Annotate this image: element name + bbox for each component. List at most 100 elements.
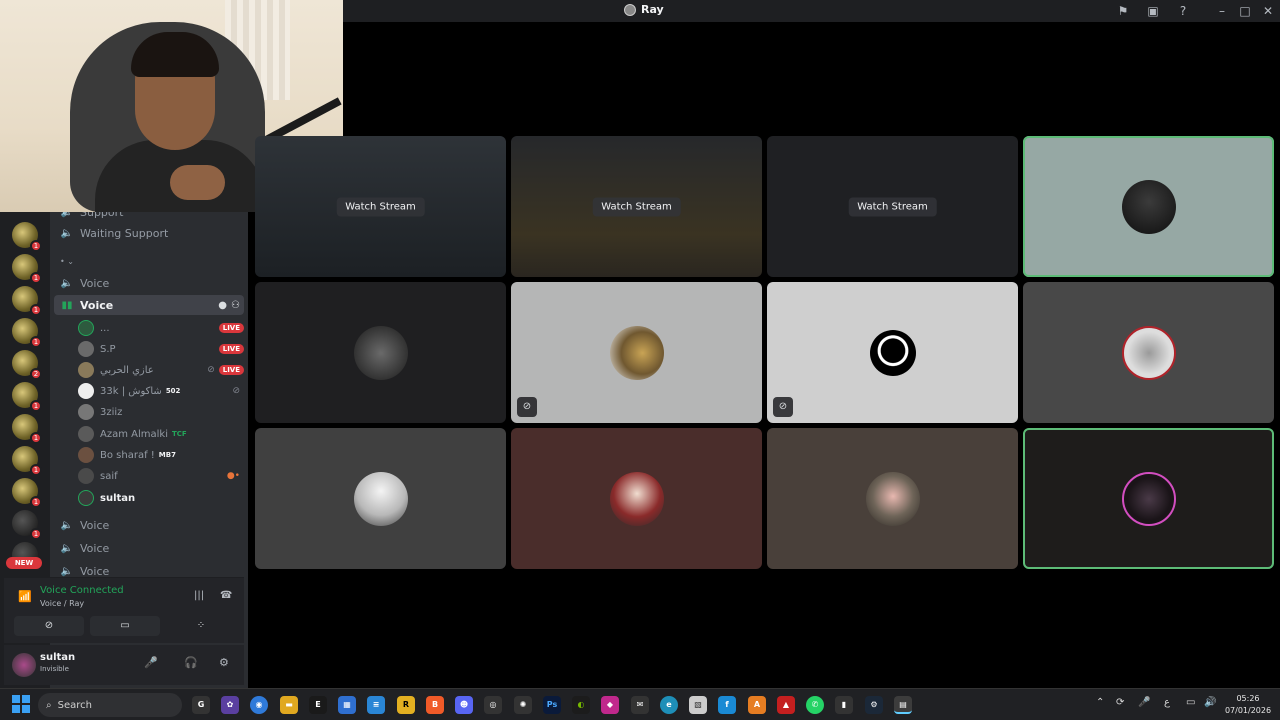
server-icon[interactable]: 1 (12, 318, 42, 348)
search-icon: ⌕ (46, 699, 52, 711)
app-icon[interactable]: ◎ (484, 696, 502, 714)
epic-games-icon[interactable]: E (309, 696, 327, 714)
brave-icon[interactable]: B (426, 696, 444, 714)
chevron-up-icon[interactable]: ⌃ (1096, 697, 1104, 708)
app-icon[interactable]: f (718, 696, 736, 714)
webcam-hand (170, 165, 225, 200)
steelseries-icon[interactable]: ✺ (514, 696, 532, 714)
volume-icon[interactable]: 🔊 (1204, 697, 1216, 708)
close-icon[interactable]: ✕ (1260, 3, 1276, 19)
channel-voice[interactable]: 🔈 Voice (54, 273, 244, 293)
voice-user[interactable]: 33k | شاكوش 502 ⊘ (78, 381, 244, 401)
voice-user[interactable]: Bo sharaf ! MB7 (78, 445, 244, 465)
app-icon[interactable]: ▮ (835, 696, 853, 714)
microphone-icon[interactable]: 🎤 (144, 656, 158, 669)
app-icon[interactable]: ▲ (777, 696, 795, 714)
gear-icon[interactable]: ⚙ (219, 656, 229, 669)
add-user-icon[interactable]: ⚇ (231, 300, 240, 311)
screen-share-button[interactable]: ▭ (90, 616, 160, 636)
stream-tile[interactable]: Watch Stream (511, 136, 762, 277)
network-icon[interactable]: ▭ (1186, 697, 1195, 708)
taskbar-search[interactable]: ⌕ Search (38, 693, 182, 717)
voice-user[interactable]: S.P LIVE (78, 339, 244, 359)
notes-icon[interactable]: ≡ (367, 696, 385, 714)
whatsapp-icon[interactable]: ✆ (806, 696, 824, 714)
inbox-icon[interactable]: ▣ (1145, 3, 1161, 19)
voice-status[interactable]: Voice Connected (40, 585, 124, 596)
participant-tile[interactable] (767, 428, 1018, 569)
sync-icon[interactable]: ⟳ (1116, 697, 1124, 708)
app-icon[interactable]: ▧ (689, 696, 707, 714)
server-icon[interactable]: 1 (12, 414, 42, 444)
channel-waiting-support[interactable]: 🔈 Waiting Support (54, 223, 244, 243)
rockstar-icon[interactable]: R (397, 696, 415, 714)
flag-icon[interactable]: ⚑ (1115, 3, 1131, 19)
participant-tile[interactable] (1023, 136, 1274, 277)
watch-stream-button[interactable]: Watch Stream (336, 197, 425, 216)
channel-voice[interactable]: 🔈 Voice (54, 538, 244, 558)
app-icon[interactable]: A (748, 696, 766, 714)
noise-suppression-icon[interactable]: ||| (194, 590, 204, 601)
clock[interactable]: 05:26 07/01/2026 (1224, 693, 1272, 717)
disconnect-icon[interactable]: ☎ (220, 590, 232, 601)
voice-user[interactable]: saif ●• (78, 466, 244, 486)
server-icon[interactable]: 1 (12, 478, 42, 508)
participant-avatar (609, 471, 664, 526)
server-icon[interactable]: 1 (12, 382, 42, 412)
start-button[interactable] (12, 695, 30, 713)
participant-tile[interactable]: ⊘ (767, 282, 1018, 423)
mention-badge: 1 (30, 336, 42, 348)
voice-channel-path[interactable]: Voice / Ray (40, 599, 84, 608)
nvidia-icon[interactable]: ◐ (572, 696, 590, 714)
server-icon[interactable]: 2 (12, 350, 42, 380)
server-icon[interactable]: 1 (12, 446, 42, 476)
participant-tile[interactable] (1023, 428, 1274, 569)
watch-stream-button[interactable]: Watch Stream (848, 197, 937, 216)
chrome-icon[interactable]: ◉ (250, 696, 268, 714)
edge-icon[interactable]: e (660, 696, 678, 714)
mail-icon[interactable]: ✉ (631, 696, 649, 714)
category-collapse[interactable]: • ⌄ (54, 254, 244, 268)
server-icon[interactable]: 1 (12, 510, 42, 540)
store-icon[interactable]: ▦ (338, 696, 356, 714)
language-indicator[interactable]: ع (1164, 697, 1170, 708)
signal-icon[interactable]: 📶 (18, 590, 32, 603)
channel-voice[interactable]: 🔈 Voice (54, 515, 244, 535)
voice-user[interactable]: ... LIVE (78, 318, 244, 338)
participant-tile[interactable] (255, 428, 506, 569)
server-icon[interactable]: 1 (12, 286, 42, 316)
speaker-icon: 🔈 (60, 227, 74, 239)
mic-tray-icon[interactable]: 🎤 (1138, 697, 1150, 708)
camera-button[interactable]: ⊘ (14, 616, 84, 636)
participant-tile[interactable] (255, 282, 506, 423)
headphones-icon[interactable]: 🎧 (184, 656, 198, 669)
activities-button[interactable]: ⁘ (166, 616, 236, 636)
voice-user[interactable]: عازي الحربي ⊘ LIVE (78, 360, 244, 380)
live-badge: LIVE (218, 344, 244, 354)
app-icon-active[interactable]: ▤ (894, 696, 912, 714)
discord-icon[interactable]: ☻ (455, 696, 473, 714)
watch-stream-button[interactable]: Watch Stream (592, 197, 681, 216)
voice-user-self[interactable]: sultan (78, 488, 244, 508)
participant-tile[interactable] (511, 428, 762, 569)
voice-user[interactable]: 3ziiz (78, 402, 244, 422)
stream-tile[interactable]: Watch Stream (767, 136, 1018, 277)
help-icon[interactable]: ? (1175, 3, 1191, 19)
avatar[interactable] (12, 653, 36, 677)
stream-tile[interactable]: Watch Stream (255, 136, 506, 277)
app-icon[interactable]: ◆ (601, 696, 619, 714)
chat-icon[interactable]: ● (218, 300, 227, 311)
photoshop-icon[interactable]: Ps (543, 696, 561, 714)
participant-tile[interactable] (1023, 282, 1274, 423)
server-icon[interactable]: 1 (12, 222, 42, 252)
minimize-icon[interactable]: – (1214, 3, 1230, 19)
server-icon[interactable]: 1 (12, 254, 42, 284)
app-icon[interactable]: ✿ (221, 696, 239, 714)
steam-icon[interactable]: ⚙ (865, 696, 883, 714)
app-icon[interactable]: G (192, 696, 210, 714)
maximize-icon[interactable]: □ (1237, 3, 1253, 19)
channel-voice-active[interactable]: ▮▮ Voice ● ⚇ (54, 295, 244, 315)
voice-user[interactable]: Azam Almalki TCF (78, 424, 244, 444)
participant-tile[interactable]: ⊘ (511, 282, 762, 423)
folder-icon[interactable]: ▬ (280, 696, 298, 714)
